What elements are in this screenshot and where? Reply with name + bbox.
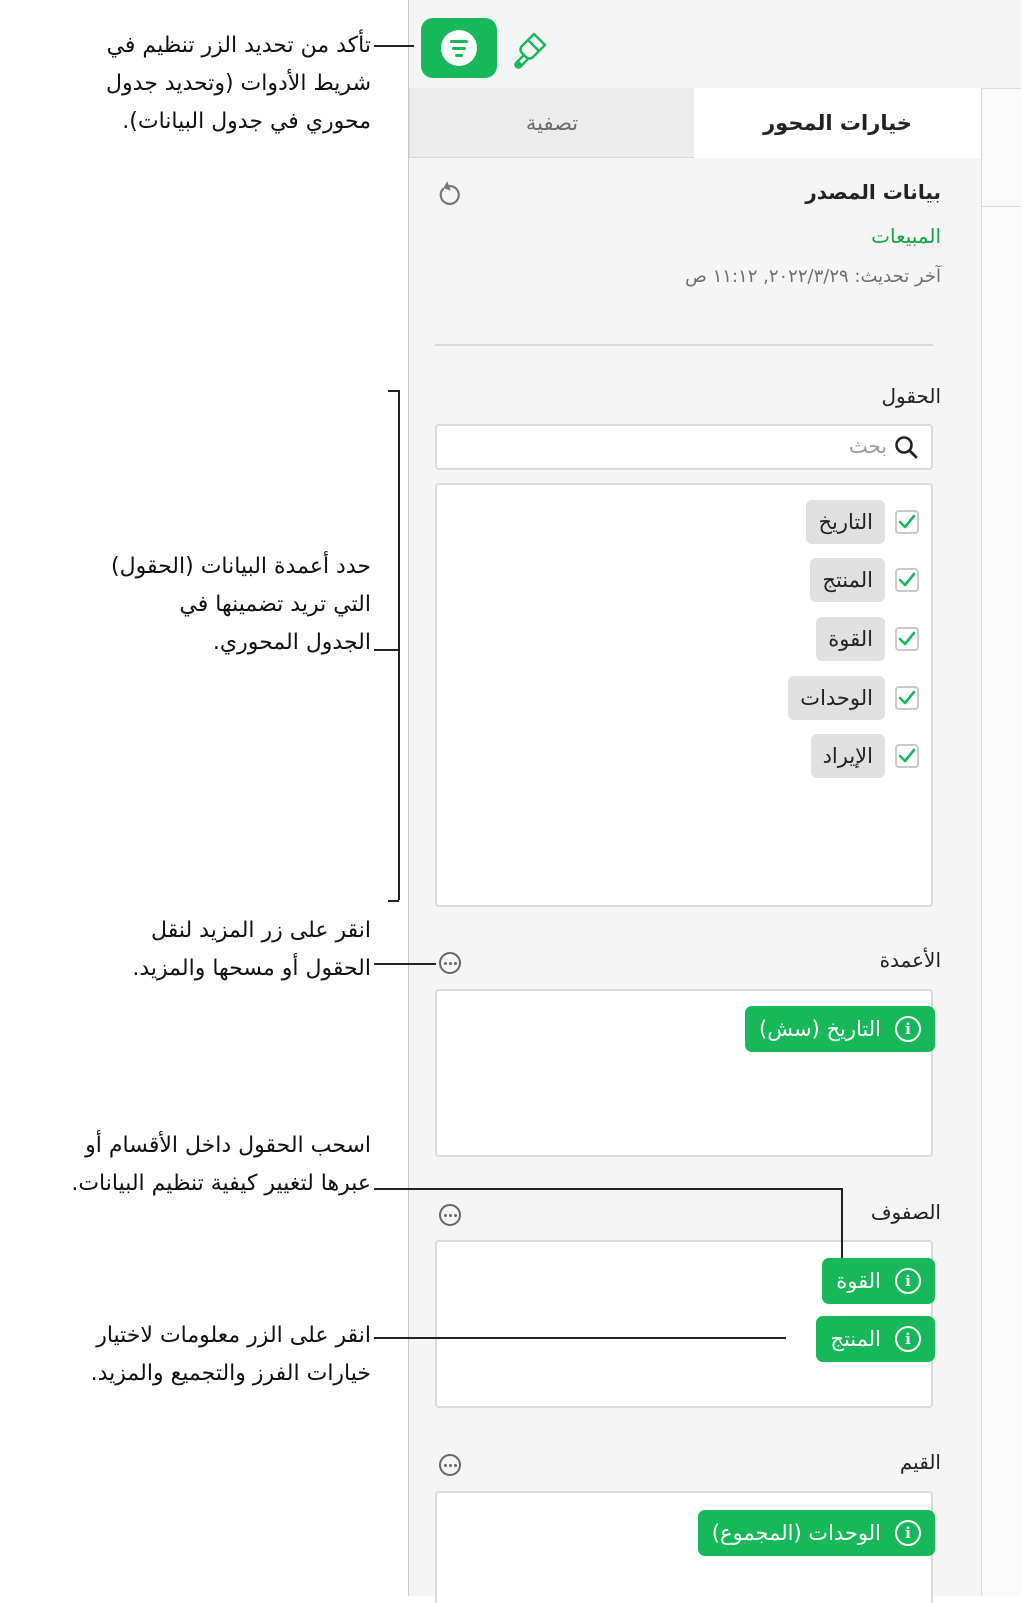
pill-label: الوحدات (المجموع) — [711, 1521, 881, 1545]
checkmark-icon — [898, 572, 916, 587]
columns-more-button[interactable] — [439, 952, 461, 974]
checkmark-icon — [898, 514, 916, 529]
checkmark-icon — [898, 748, 916, 763]
callout-line: عبرها لتغيير كيفية تنظيم البيانات. — [71, 1171, 371, 1196]
leader-line — [374, 1337, 786, 1339]
rows-title: الصفوف — [870, 1200, 941, 1224]
refresh-icon[interactable] — [435, 180, 463, 208]
fields-title: الحقول — [881, 384, 941, 408]
leader-line — [374, 45, 414, 47]
search-icon — [895, 436, 918, 459]
callout-line: شريط الأدوات (وتحديد جدول — [106, 71, 371, 96]
values-title: القيم — [899, 1450, 941, 1474]
sidebar-toolbar — [409, 0, 1021, 89]
field-pill[interactable]: الإيراد — [810, 734, 885, 778]
bracket — [398, 390, 400, 900]
field-pill[interactable]: القوة — [816, 617, 885, 661]
field-pill[interactable]: التاريخ — [806, 500, 885, 544]
search-placeholder: بحث — [848, 434, 887, 458]
source-table-link[interactable]: المبيعات — [871, 224, 941, 248]
checkmark-icon — [898, 631, 916, 646]
rows-pill[interactable]: المنتج i — [816, 1316, 935, 1362]
field-item[interactable]: القوة — [816, 616, 919, 662]
callout-drag: اسحب الحقول داخل الأقسام أو عبرها لتغيير… — [1, 1127, 371, 1203]
field-checkbox[interactable] — [895, 686, 919, 710]
info-icon[interactable]: i — [895, 1520, 921, 1546]
columns-title: الأعمدة — [879, 948, 941, 972]
field-item[interactable]: الإيراد — [810, 733, 919, 779]
columns-pill[interactable]: التاريخ (سش) i — [745, 1006, 935, 1052]
leader-line-drop — [841, 1188, 843, 1258]
source-data-title: بيانات المصدر — [805, 180, 941, 204]
divider — [435, 344, 933, 346]
leader-line — [374, 649, 398, 651]
field-item[interactable]: المنتج — [810, 557, 919, 603]
paintbrush-icon[interactable] — [509, 28, 553, 72]
callout-line: خيارات الفرز والتجميع والمزيد. — [90, 1361, 371, 1386]
callout-line: حدد أعمدة البيانات (الحقول) — [111, 554, 371, 579]
callout-line: التي تريد تضمينها في — [179, 592, 371, 617]
callout-line: اسحب الحقول داخل الأقسام أو — [85, 1133, 371, 1158]
info-icon[interactable]: i — [895, 1326, 921, 1352]
callout-line: انقر على الزر معلومات لاختيار — [96, 1323, 371, 1348]
values-pill[interactable]: الوحدات (المجموع) i — [697, 1510, 935, 1556]
organize-icon — [441, 30, 477, 66]
pill-label: المنتج — [830, 1327, 881, 1351]
rows-more-button[interactable] — [439, 1204, 461, 1226]
rows-pill[interactable]: القوة i — [822, 1258, 935, 1304]
canvas-edge — [982, 0, 1021, 1596]
field-checkbox[interactable] — [895, 568, 919, 592]
callout-line: انقر على زر المزيد لنقل — [151, 918, 371, 943]
bracket-top — [388, 390, 399, 392]
leader-line — [374, 1188, 842, 1190]
callout-line: الحقول أو مسحها والمزيد. — [132, 956, 371, 981]
organize-button[interactable] — [421, 18, 497, 78]
leader-line — [374, 963, 436, 965]
field-checkbox[interactable] — [895, 510, 919, 534]
pivot-options-content: بيانات المصدر المبيعات آخر تحديث: ٢٠٢٢/٣… — [409, 158, 981, 1603]
tab-pivot-options[interactable]: خيارات المحور — [694, 88, 981, 158]
callout-line: تأكد من تحديد الزر تنظيم في — [106, 33, 371, 58]
field-checkbox[interactable] — [895, 627, 919, 651]
checkmark-icon — [898, 690, 916, 705]
pill-label: التاريخ (سش) — [759, 1017, 881, 1041]
tab-filter[interactable]: تصفية — [409, 88, 694, 158]
field-pill[interactable]: الوحدات — [788, 676, 885, 720]
info-icon[interactable]: i — [895, 1016, 921, 1042]
last-updated-label: آخر تحديث: ٢٠٢٢/٣/٢٩, ١١:١٢ ص — [685, 266, 941, 287]
sidebar-tabs: خيارات المحور تصفية — [409, 88, 981, 158]
callout-fields: حدد أعمدة البيانات (الحقول) التي تريد تض… — [11, 548, 371, 662]
callout-line: الجدول المحوري. — [212, 630, 371, 655]
callout-line: محوري في جدول البيانات). — [122, 109, 371, 134]
field-checkbox[interactable] — [895, 744, 919, 768]
callout-organize: تأكد من تحديد الزر تنظيم في شريط الأدوات… — [11, 27, 371, 141]
field-item[interactable]: التاريخ — [806, 499, 919, 545]
callout-more: انقر على زر المزيد لنقل الحقول أو مسحها … — [11, 912, 371, 988]
values-more-button[interactable] — [439, 1454, 461, 1476]
field-item[interactable]: الوحدات — [788, 675, 919, 721]
info-icon[interactable]: i — [895, 1268, 921, 1294]
callout-info: انقر على الزر معلومات لاختيار خيارات الف… — [11, 1317, 371, 1393]
field-pill[interactable]: المنتج — [810, 558, 885, 602]
fields-search-input[interactable]: بحث — [435, 424, 933, 470]
pill-label: القوة — [836, 1269, 881, 1293]
bracket-bottom — [388, 900, 399, 902]
